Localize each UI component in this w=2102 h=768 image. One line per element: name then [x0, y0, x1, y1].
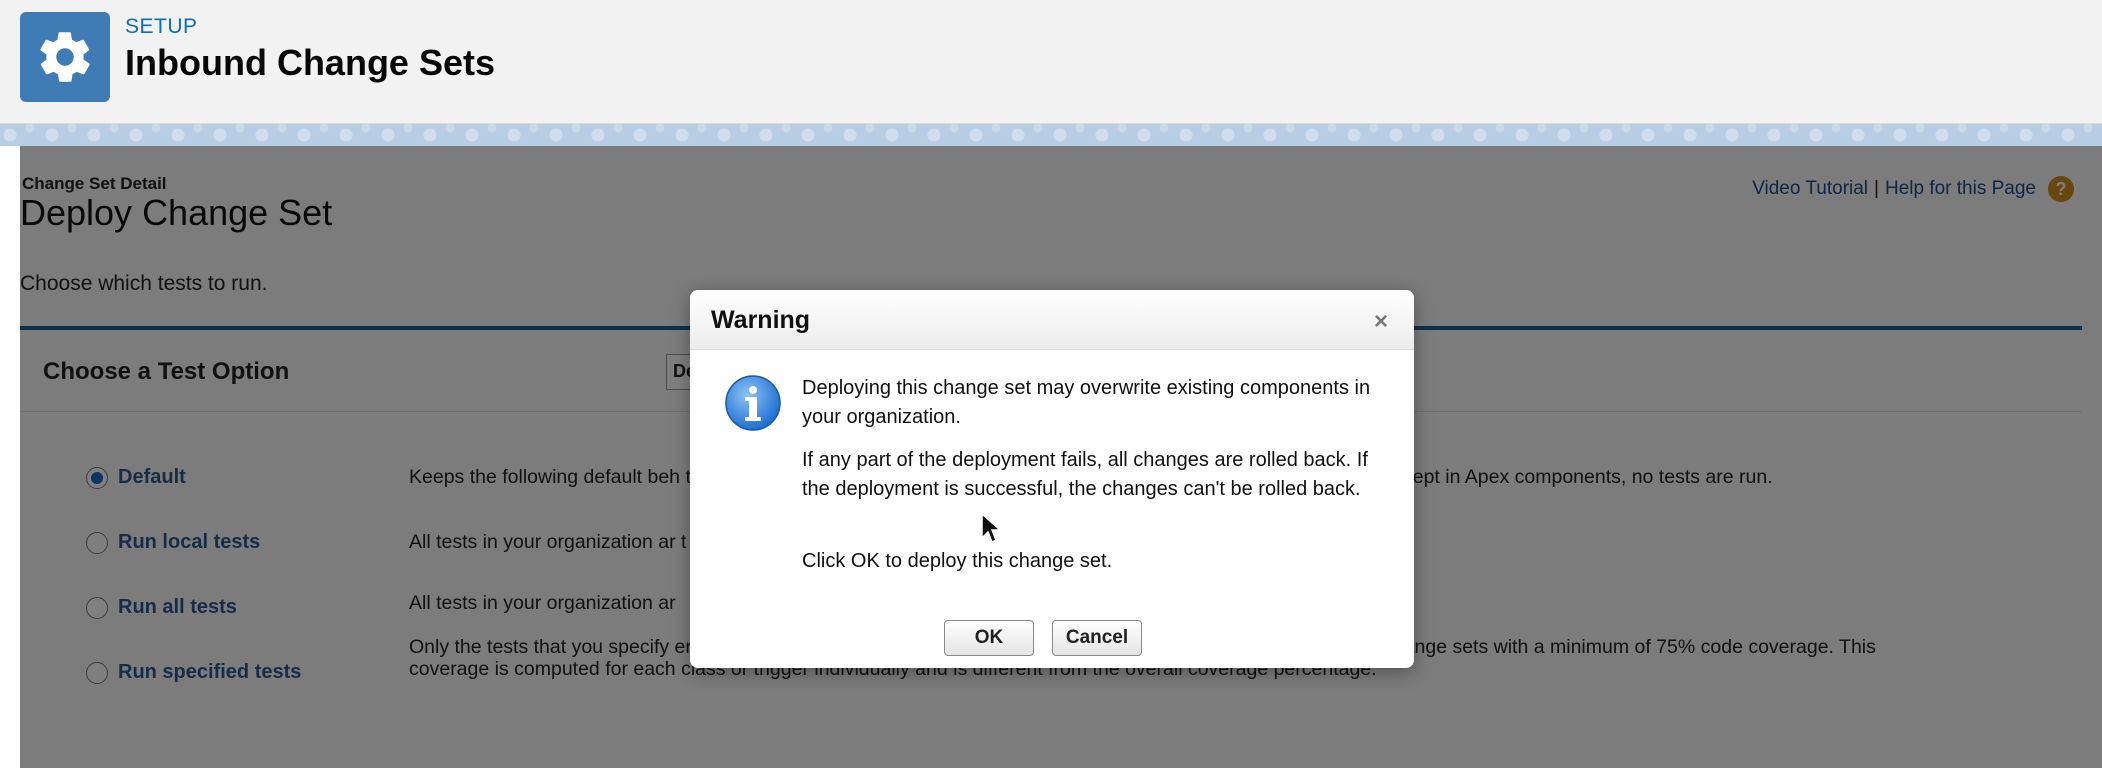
dialog-message: Deploying this change set may overwrite … — [802, 377, 1371, 428]
gear-icon — [20, 12, 110, 102]
dialog-message: Click OK to deploy this change set. — [802, 550, 1113, 572]
page-title: Inbound Change Sets — [125, 42, 496, 83]
setup-label[interactable]: SETUP — [125, 15, 198, 39]
dialog-header: Warning × — [690, 290, 1414, 350]
warning-dialog: Warning × Deploying this change set may … — [690, 290, 1414, 668]
close-icon[interactable]: × — [1374, 308, 1388, 336]
info-icon — [725, 375, 781, 431]
page-header: SETUP Inbound Change Sets — [0, 0, 2102, 124]
gear-icon-svg — [40, 32, 90, 82]
dialog-message: If any part of the deployment fails, all… — [802, 449, 1368, 500]
dialog-title: Warning — [711, 306, 811, 334]
ok-button[interactable]: OK — [944, 620, 1034, 656]
decorative-strip — [0, 124, 2102, 146]
mouse-cursor-icon — [981, 512, 1002, 544]
cancel-button[interactable]: Cancel — [1052, 620, 1142, 656]
